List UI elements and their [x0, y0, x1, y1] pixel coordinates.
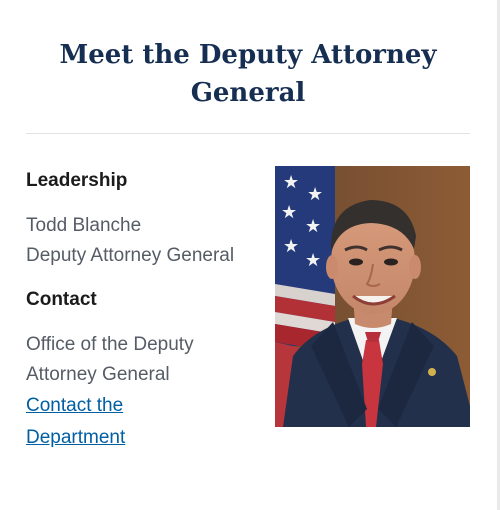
leadership-name: Todd Blanche — [26, 215, 142, 236]
contact-office-line2: Attorney General — [26, 364, 170, 385]
contact-heading: Contact — [26, 289, 97, 310]
svg-text:★: ★ — [283, 236, 299, 257]
leadership-heading: Leadership — [26, 170, 128, 191]
leadership-role: Deputy Attorney General — [26, 245, 235, 266]
leadership-info: Todd Blanche Deputy Attorney General — [26, 211, 234, 271]
contact-link-line1[interactable]: Contact the — [26, 390, 125, 422]
contact-link-line2[interactable]: Department — [26, 422, 125, 454]
page-title: Meet the Deputy Attorney General — [59, 40, 437, 108]
svg-text:★: ★ — [305, 216, 321, 237]
divider — [26, 133, 470, 134]
portrait-photo: ★ ★ ★ ★ ★ ★ — [275, 166, 470, 427]
contact-office-line1: Office of the Deputy — [26, 334, 194, 355]
svg-text:★: ★ — [305, 250, 321, 271]
contact-office: Office of the Deputy Attorney General — [26, 330, 194, 390]
svg-text:★: ★ — [307, 184, 323, 205]
svg-text:★: ★ — [283, 172, 299, 193]
portrait-illustration: ★ ★ ★ ★ ★ ★ — [275, 166, 470, 427]
svg-text:★: ★ — [281, 202, 297, 223]
contact-department-link[interactable]: Contact the Department — [26, 390, 125, 454]
